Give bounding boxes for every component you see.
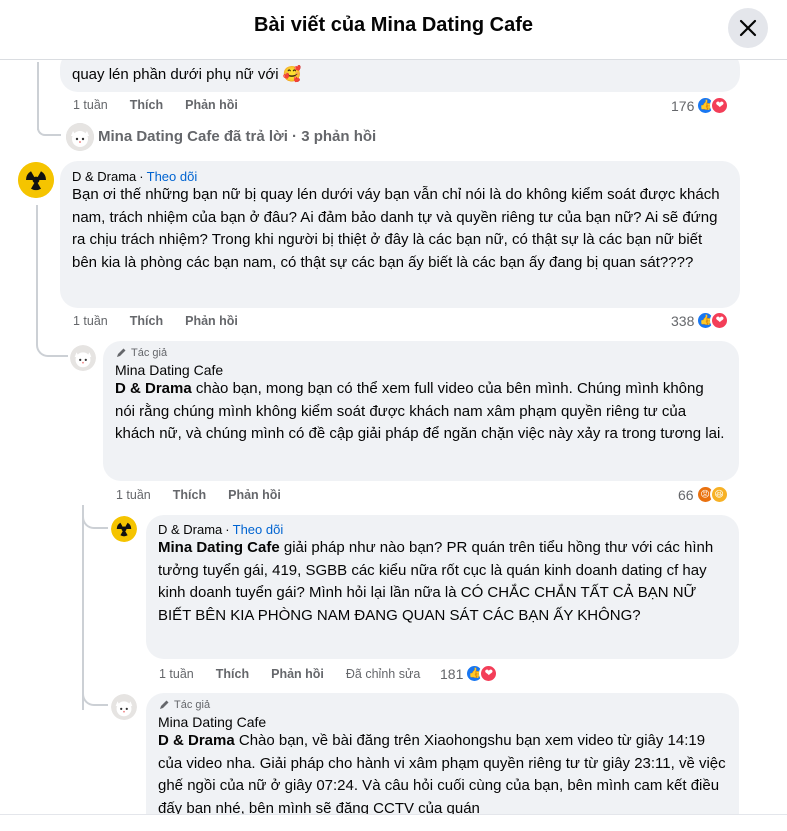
comment-time[interactable]: 1 tuần: [73, 314, 108, 328]
love-reaction-icon: ❤: [710, 96, 730, 115]
like-link[interactable]: Thích: [130, 314, 163, 328]
thread-line: [82, 505, 84, 710]
reaction-count: 338: [671, 312, 695, 329]
comment-time[interactable]: 1 tuần: [159, 667, 194, 681]
follow-link[interactable]: Theo dõi: [233, 522, 284, 537]
comment-text: quay lén phần dưới phụ nữ với 🥰: [72, 66, 302, 83]
love-reaction-icon: ❤: [479, 664, 499, 683]
like-link[interactable]: Thích: [130, 98, 163, 112]
dialog-title: Bài viết của Mina Dating Cafe: [254, 14, 533, 36]
mention-tag[interactable]: Mina Dating Cafe: [158, 539, 280, 556]
author-badge: Tác giả: [158, 699, 727, 711]
comment-text: Bạn ơi thế những bạn nữ bị quay lén dưới…: [72, 186, 720, 271]
comment-bubble: Tác giả Mina Dating Cafe D & Drama Chào …: [146, 693, 739, 831]
dialog-header: Bài viết của Mina Dating Cafe: [0, 0, 787, 60]
comment-actions: 1 tuần Thích Phản hồi Đã chỉnh sửa: [159, 667, 442, 681]
reaction-summary[interactable]: 66 😡 😆: [678, 485, 729, 504]
reaction-summary[interactable]: 176 👍 ❤: [671, 96, 730, 115]
thread-line-curve: [37, 128, 61, 136]
thread-line: [37, 62, 39, 130]
reaction-summary[interactable]: 181 👍 ❤: [440, 664, 499, 683]
comment-text: Chào bạn, về bài đăng trên Xiaohongshu b…: [158, 732, 726, 817]
comment-text: chào bạn, mong bạn có thể xem full video…: [115, 380, 725, 442]
comment-author[interactable]: D & Drama: [158, 522, 222, 537]
thread-line-curve: [36, 343, 68, 357]
cat-avatar: [70, 345, 96, 371]
comment-bubble: Tác giả Mina Dating Cafe D & Drama chào …: [103, 341, 739, 481]
close-icon: [739, 19, 757, 37]
love-reaction-icon: ❤: [710, 311, 730, 330]
like-link[interactable]: Thích: [173, 488, 206, 502]
reaction-count: 181: [440, 665, 464, 682]
like-link[interactable]: Thích: [216, 667, 249, 681]
reaction-count: 66: [678, 486, 694, 503]
comment-actions: 1 tuần Thích Phản hồi: [73, 98, 260, 112]
author-badge-label: Tác giả: [131, 347, 168, 359]
cat-avatar: [66, 123, 94, 151]
reply-link[interactable]: Phản hồi: [228, 488, 281, 502]
haha-reaction-icon: 😆: [709, 485, 729, 504]
separator: ·: [139, 169, 144, 184]
reaction-count: 176: [671, 97, 695, 114]
comment-actions: 1 tuần Thích Phản hồi: [73, 314, 260, 328]
edited-label: Đã chỉnh sửa: [345, 667, 421, 681]
follow-link[interactable]: Theo dõi: [147, 169, 198, 184]
radiation-avatar: [18, 162, 54, 198]
comment-author[interactable]: D & Drama: [72, 169, 136, 184]
comment-time[interactable]: 1 tuần: [116, 488, 151, 502]
pen-icon: [117, 348, 126, 357]
view-replies-link[interactable]: Mina Dating Cafe đã trả lời · 3 phản hồi: [98, 128, 376, 145]
author-badge: Tác giả: [115, 347, 727, 359]
separator: ·: [225, 522, 230, 537]
comment-author[interactable]: Mina Dating Cafe: [115, 362, 727, 378]
thread-line: [36, 205, 38, 345]
comment-author[interactable]: Mina Dating Cafe: [158, 714, 727, 730]
reply-link[interactable]: Phản hồi: [185, 314, 238, 328]
reply-link[interactable]: Phản hồi: [271, 667, 324, 681]
close-button[interactable]: [728, 8, 768, 48]
comment-time[interactable]: 1 tuần: [73, 98, 108, 112]
radiation-avatar: [111, 516, 137, 542]
reaction-summary[interactable]: 338 👍 ❤: [671, 311, 730, 330]
pen-icon: [160, 700, 169, 709]
reply-link[interactable]: Phản hồi: [185, 98, 238, 112]
comment-bubble: D & Drama · Theo dõi Bạn ơi thế những bạn …: [60, 161, 740, 308]
mention-tag[interactable]: D & Drama: [115, 380, 192, 397]
scroll-fade: [0, 814, 787, 831]
comment-actions: 1 tuần Thích Phản hồi: [116, 488, 303, 502]
thread-line-curve: [82, 515, 108, 529]
cat-avatar: [111, 694, 137, 720]
comment-bubble: D & Drama · Theo dõi Mina Dating Cafe giải…: [146, 515, 739, 659]
mention-tag[interactable]: D & Drama: [158, 732, 235, 749]
thread-line-curve: [82, 692, 108, 706]
author-badge-label: Tác giả: [174, 699, 211, 711]
